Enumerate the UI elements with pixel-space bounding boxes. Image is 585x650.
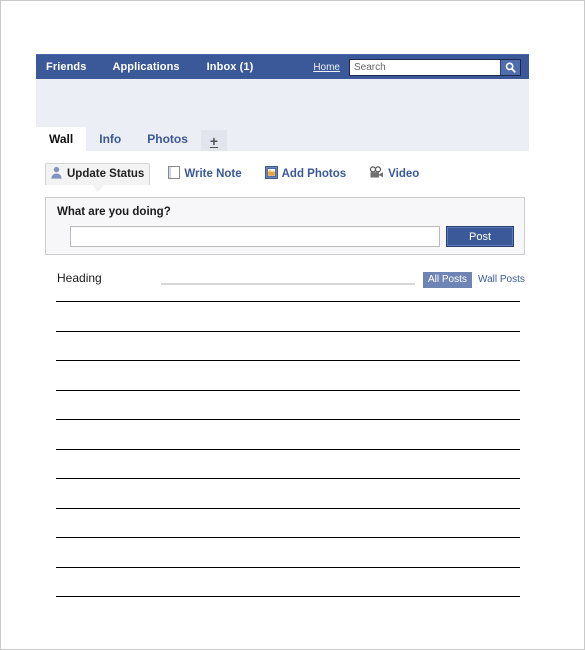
tab-add-button[interactable]: + [200,130,228,151]
filter-wall-posts[interactable]: Wall Posts [476,272,527,288]
feed-heading: Heading [57,271,102,285]
filter-all-posts[interactable]: All Posts [423,272,472,288]
tab-info[interactable]: Info [86,127,134,151]
photo-frame-icon [264,165,278,182]
top-navigation-bar: Friends Applications Inbox (1) Home [36,54,529,79]
action-write-note-label: Write Note [184,167,242,180]
feed-ruled-line [56,596,520,597]
nav-item-home[interactable]: Home [313,62,340,73]
movie-camera-icon [369,165,384,182]
post-button[interactable]: Post [446,226,514,247]
feed-ruled-line [56,301,520,302]
publisher-action-row: Update Status Write Note Add Photos Vide… [45,163,525,192]
search-button[interactable] [500,59,520,75]
facebook-wall-page: Friends Applications Inbox (1) Home Wall… [0,0,585,650]
feed-ruled-lines [56,301,520,626]
feed-ruled-line [56,507,520,509]
action-write-note[interactable]: Write Note [164,164,246,185]
action-add-photos-label: Add Photos [281,167,347,180]
action-add-photos[interactable]: Add Photos [261,164,352,185]
feed-ruled-line [56,330,520,332]
nav-item-friends[interactable]: Friends [46,61,86,73]
note-page-icon [168,165,181,182]
feed-ruled-line [56,360,520,361]
search-box [349,58,521,76]
feed-ruled-line [56,419,520,420]
status-input[interactable] [70,226,440,247]
action-video[interactable]: Video [365,164,424,185]
feed-heading-row: Heading All Posts Wall Posts [45,269,525,291]
tab-wall[interactable]: Wall [36,127,87,151]
search-input[interactable] [350,59,500,75]
user-silhouette-icon [50,166,63,182]
status-composer: What are you doing? Post [45,197,525,255]
feed-ruled-line [56,448,520,450]
heading-divider [161,283,415,285]
feed-ruled-line [56,389,520,391]
action-video-label: Video [388,167,420,180]
profile-tab-strip: Wall Info Photos + [36,127,529,151]
composer-prompt: What are you doing? [57,206,171,218]
magnifier-icon [505,62,516,73]
feed-ruled-line [56,566,520,568]
nav-item-inbox[interactable]: Inbox (1) [207,61,254,73]
action-update-status[interactable]: Update Status [45,163,151,192]
nav-item-applications[interactable]: Applications [112,61,179,73]
feed-ruled-line [56,537,520,538]
feed-ruled-line [56,478,520,479]
tab-photos[interactable]: Photos [134,127,201,151]
action-update-status-label: Update Status [67,168,145,180]
